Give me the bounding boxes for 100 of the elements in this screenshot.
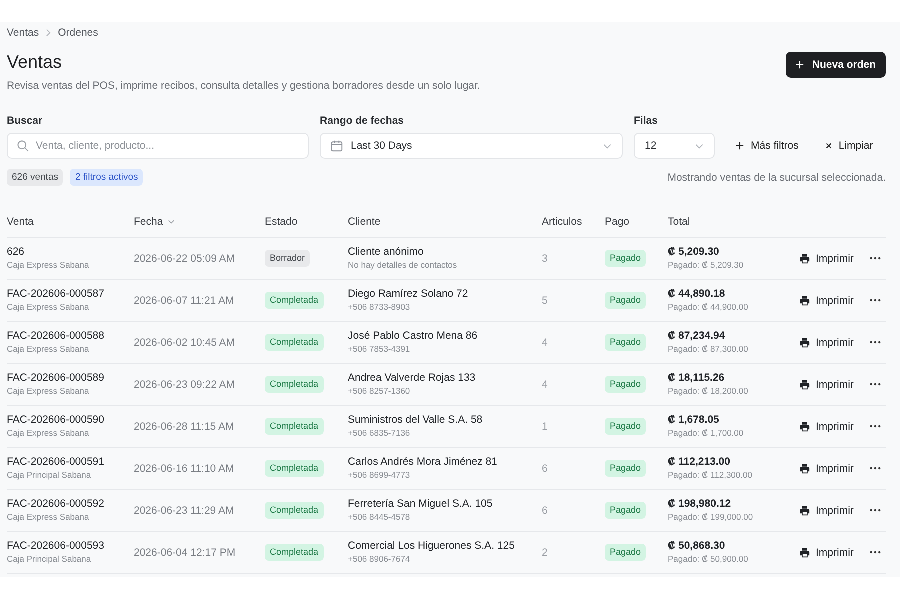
column-header[interactable]: Fecha (134, 216, 176, 228)
more-options-icon[interactable] (870, 467, 881, 470)
more-options-icon[interactable] (870, 299, 881, 302)
printer-icon (800, 338, 810, 348)
item-count: 4 (542, 378, 548, 390)
print-button[interactable]: Imprimir (800, 546, 854, 558)
more-options-icon[interactable] (870, 425, 881, 428)
register-name: Caja Express Sabana (7, 512, 90, 523)
paid-amount: Pagado: ₡ 199,000.00 (668, 512, 754, 523)
sale-total: ₡ 87,234.94 (668, 330, 726, 343)
register-name: Caja Principal Sabana (7, 470, 92, 481)
more-options-icon[interactable] (870, 551, 881, 554)
register-name: Caja Express Sabana (7, 428, 90, 439)
client-name: Andrea Valverde Rojas 133 (348, 372, 476, 385)
sale-total: ₡ 18,115.26 (668, 372, 725, 385)
sale-total: ₡ 1,678.05 (668, 414, 720, 427)
sale-date: 2026-06-02 10:45 AM (134, 336, 235, 348)
calendar-icon (331, 140, 343, 152)
chevron-right-icon (46, 29, 52, 37)
sale-number: FAC-202606-000589 (7, 372, 104, 385)
sale-date: 2026-06-22 05:09 AM (134, 252, 235, 264)
sale-total: ₡ 198,980.12 (668, 498, 732, 511)
item-count: 6 (542, 462, 548, 474)
paid-amount: Pagado: ₡ 87,300.00 (668, 344, 748, 355)
paid-amount: Pagado: ₡ 1,700.00 (668, 428, 744, 439)
count-chip: 626 ventas (7, 169, 64, 186)
payment-badge: Pagado (605, 460, 646, 477)
status-badge: Borrador (265, 250, 310, 267)
breadcrumb-current: Ordenes (58, 26, 98, 40)
printer-icon (800, 548, 810, 558)
close-icon (826, 143, 832, 149)
payment-badge: Pagado (605, 250, 646, 267)
more-filters-button[interactable]: Más filtros (731, 133, 804, 159)
print-button[interactable]: Imprimir (800, 336, 854, 348)
new-order-button[interactable]: Nueva orden (786, 52, 886, 78)
plus-icon (796, 61, 804, 69)
column-header: Venta (7, 216, 34, 228)
status-badge: Completada (265, 502, 324, 519)
printer-icon (800, 464, 810, 474)
column-header: Pago (605, 216, 630, 228)
status-badge: Completada (265, 460, 324, 477)
print-button[interactable]: Imprimir (800, 504, 854, 516)
status-badge: Completada (265, 376, 324, 393)
payment-badge: Pagado (605, 502, 646, 519)
status-badge: Completada (265, 418, 324, 435)
print-button[interactable]: Imprimir (800, 462, 854, 474)
sale-number: FAC-202606-000593 (7, 540, 104, 553)
column-header: Cliente (348, 216, 381, 228)
payment-badge: Pagado (605, 376, 646, 393)
payment-badge: Pagado (605, 418, 646, 435)
payment-badge: Pagado (605, 334, 646, 351)
chevron-down-icon (695, 144, 704, 148)
printer-icon (800, 254, 810, 264)
paid-amount: Pagado: ₡ 44,900.00 (668, 302, 748, 313)
date-range-select[interactable]: Last 30 Days (320, 133, 623, 159)
register-name: Caja Express Sabana (7, 260, 90, 271)
paid-amount: Pagado: ₡ 18,200.00 (668, 386, 748, 397)
status-badge: Completada (265, 544, 324, 561)
client-name: Ferretería San Miguel S.A. 105 (348, 498, 493, 511)
client-name: José Pablo Castro Mena 86 (348, 330, 478, 343)
page-title: Ventas (7, 51, 64, 73)
client-contact: +506 8445-4578 (348, 512, 410, 523)
item-count: 1 (542, 420, 548, 432)
sale-total: ₡ 44,890.18 (668, 288, 726, 301)
page-description: Revisa ventas del POS, imprime recibos, consulta detalles y gestiona borradores desde un solo lugar. (7, 79, 480, 93)
printer-icon (800, 380, 810, 390)
print-button[interactable]: Imprimir (800, 294, 854, 306)
client-contact: +506 8733-8903 (348, 302, 410, 313)
clear-button[interactable]: Limpiar (820, 133, 878, 159)
print-button[interactable]: Imprimir (800, 378, 854, 390)
rows-select[interactable]: 12 (634, 133, 715, 159)
register-name: Caja Express Sabana (7, 386, 90, 397)
column-header: Articulos (542, 216, 582, 228)
item-count: 2 (542, 546, 548, 558)
column-header: Estado (265, 216, 298, 228)
status-badge: Completada (265, 334, 324, 351)
client-contact: +506 8699-4773 (348, 470, 410, 481)
search-icon (17, 140, 29, 152)
rows-label: Filas (634, 114, 659, 128)
printer-icon (800, 296, 810, 306)
status-badge: Completada (265, 292, 324, 309)
register-name: Caja Principal Sabana (7, 554, 92, 565)
more-options-icon[interactable] (870, 509, 881, 512)
printer-icon (800, 506, 810, 516)
print-button[interactable]: Imprimir (800, 252, 854, 264)
more-options-icon[interactable] (870, 257, 881, 260)
more-options-icon[interactable] (870, 341, 881, 344)
client-name: Suministros del Valle S.A. 58 (348, 414, 483, 427)
sale-number: FAC-202606-000590 (7, 414, 104, 427)
client-name: Cliente anónimo (348, 246, 424, 259)
search-field[interactable]: Venta, cliente, producto... (7, 133, 309, 159)
sale-number: FAC-202606-000588 (7, 330, 104, 343)
plus-icon (736, 142, 744, 150)
column-header: Total (668, 216, 690, 228)
more-options-icon[interactable] (870, 383, 881, 386)
printer-icon (800, 422, 810, 432)
item-count: 6 (542, 504, 548, 516)
print-button[interactable]: Imprimir (800, 420, 854, 432)
sale-date: 2026-06-04 12:17 PM (134, 546, 236, 558)
breadcrumb-link[interactable]: Ventas (7, 26, 40, 40)
